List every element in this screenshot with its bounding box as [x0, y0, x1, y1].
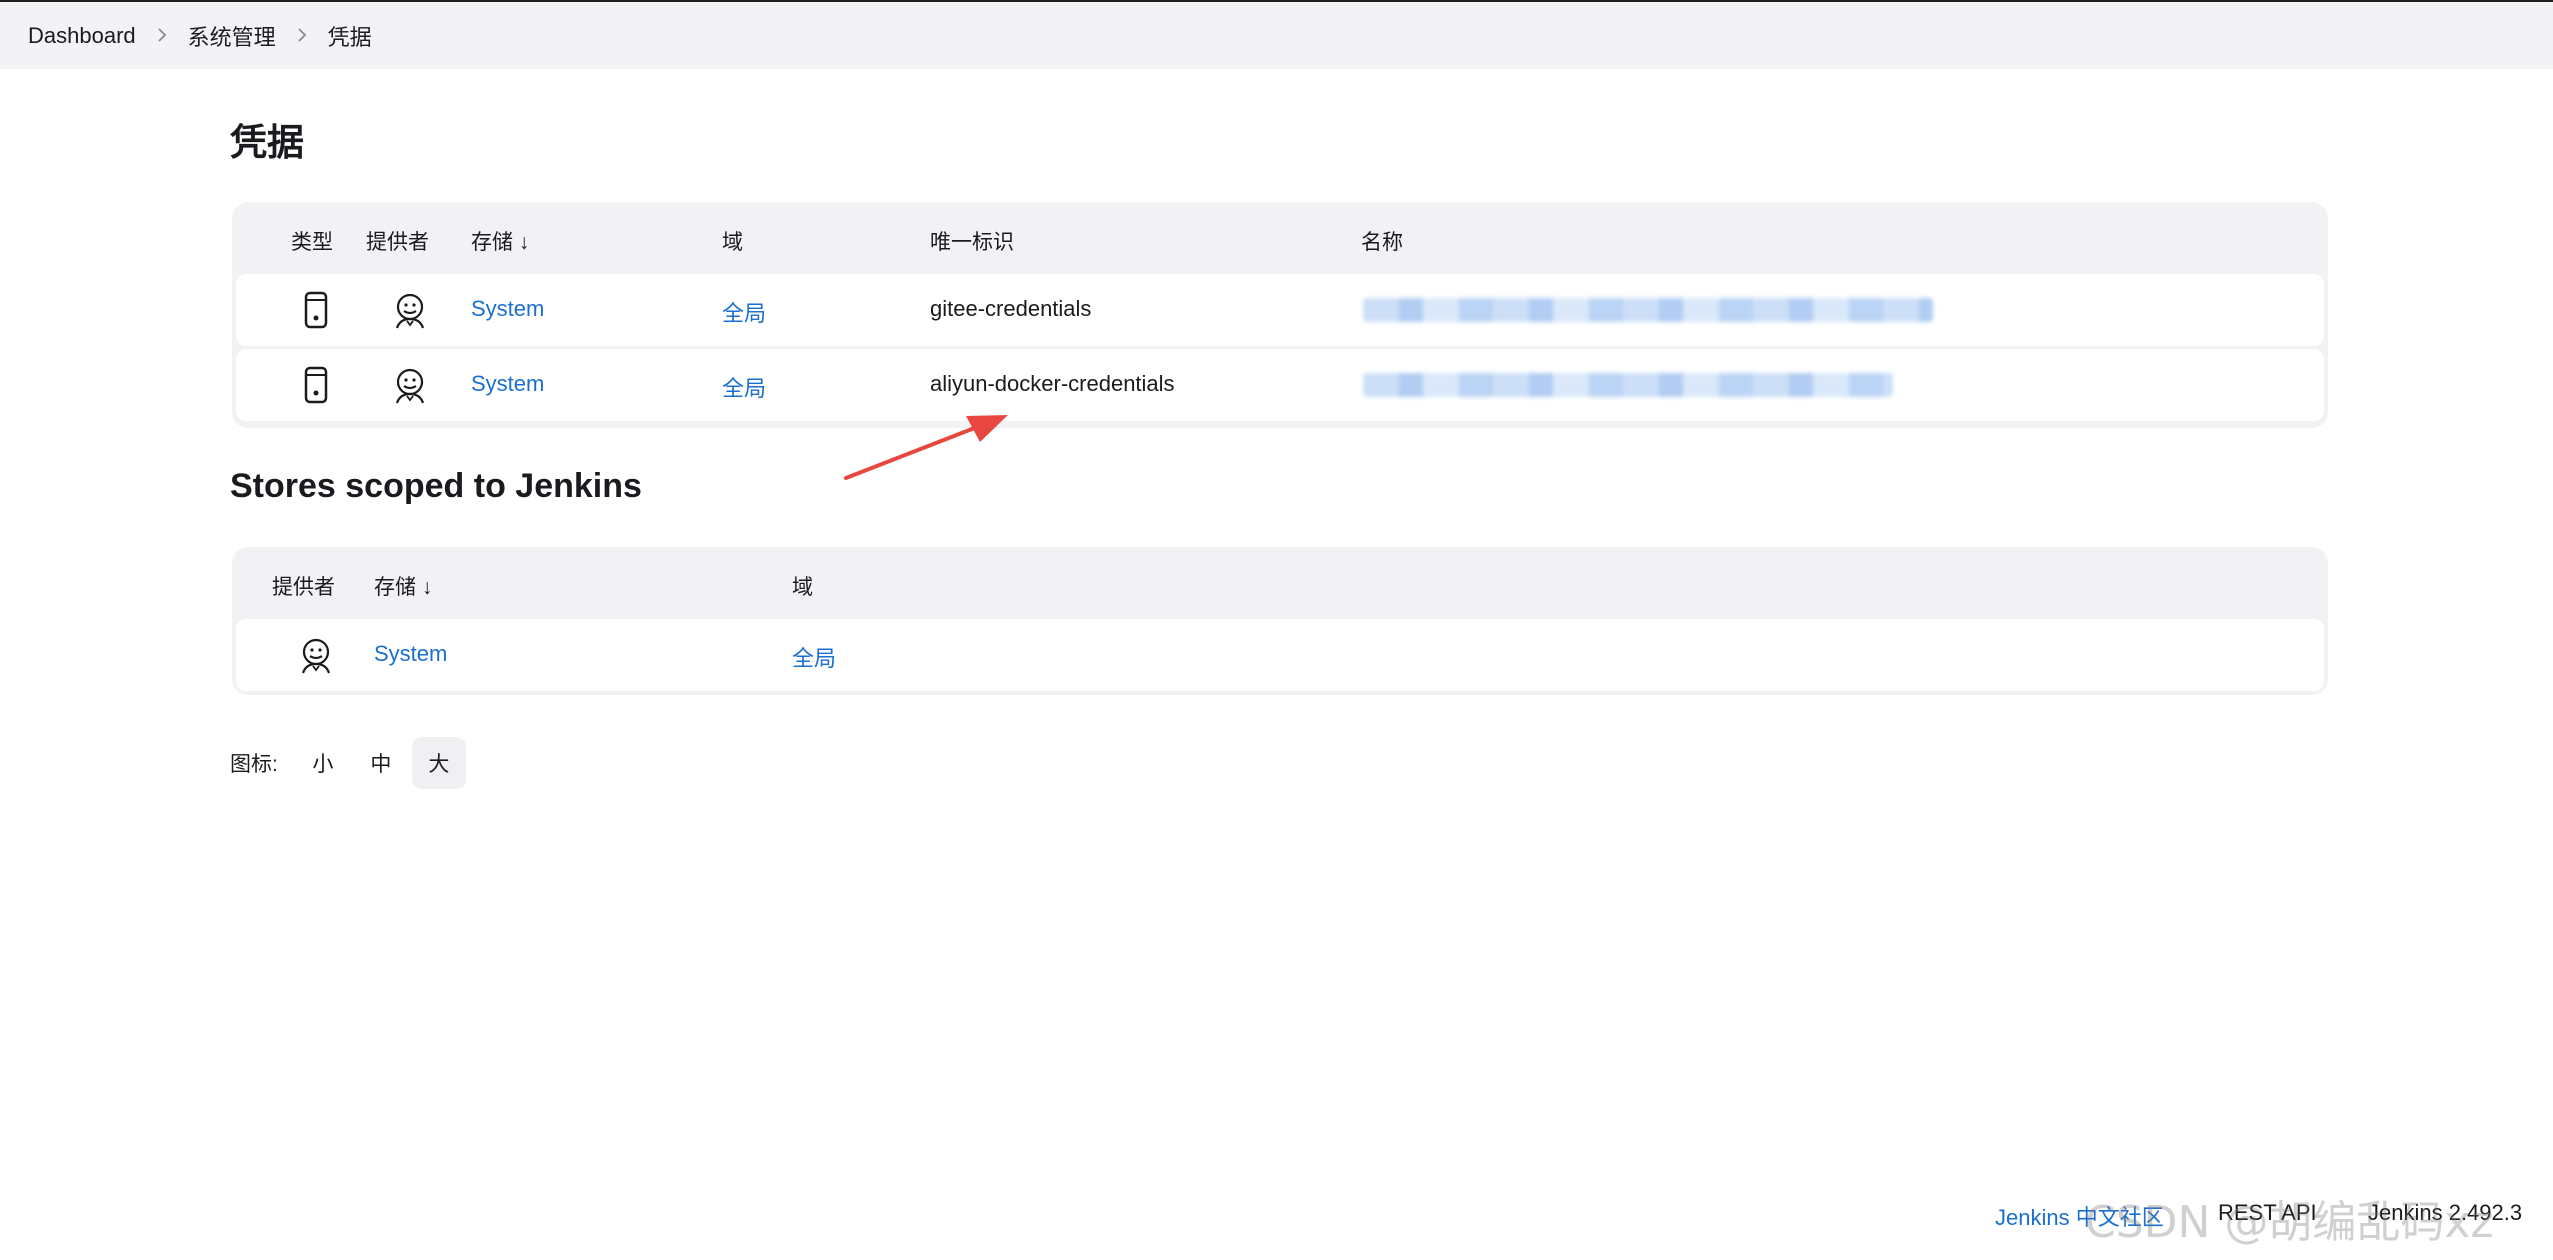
- table-row: System 全局 aliyun-docker-credentials: [236, 349, 2324, 421]
- icon-size-small[interactable]: 小: [296, 737, 350, 789]
- header-domain[interactable]: 域: [792, 571, 813, 601]
- icon-size-selector: 图标: 小 中 大: [230, 737, 470, 789]
- footer-community-link[interactable]: Jenkins 中文社区: [1995, 1200, 2164, 1232]
- stores-table-header: 提供者 存储 ↓ 域: [236, 547, 2324, 619]
- icon-size-medium[interactable]: 中: [354, 737, 408, 789]
- breadcrumb-separator-icon: [156, 23, 168, 49]
- header-store-sort[interactable]: 存储 ↓: [471, 226, 529, 256]
- credential-id: aliyun-docker-credentials: [930, 371, 1175, 396]
- page-title: 凭据: [230, 122, 304, 163]
- table-row: System 全局 gitee-credentials: [236, 274, 2324, 346]
- domain-global-link[interactable]: 全局: [722, 296, 766, 328]
- header-provider[interactable]: 提供者: [272, 571, 335, 601]
- icon-size-large[interactable]: 大: [411, 737, 466, 789]
- breadcrumb-dashboard[interactable]: Dashboard: [28, 23, 136, 49]
- header-provider[interactable]: 提供者: [366, 226, 429, 256]
- header-id[interactable]: 唯一标识: [930, 226, 1014, 256]
- redacted-credential-name: [1363, 373, 1893, 397]
- domain-global-link[interactable]: 全局: [792, 641, 836, 673]
- table-row: System 全局: [236, 619, 2324, 691]
- breadcrumb-separator-icon: [296, 23, 308, 49]
- mobile-device-icon: [296, 290, 336, 330]
- stores-section-title: Stores scoped to Jenkins: [230, 467, 642, 505]
- redacted-credential-name: [1363, 298, 1933, 322]
- jenkins-butler-icon: [296, 635, 336, 675]
- footer-rest-api[interactable]: REST API: [2218, 1200, 2317, 1226]
- icon-size-label: 图标:: [230, 753, 278, 776]
- header-domain[interactable]: 域: [722, 226, 743, 256]
- breadcrumb-system-management[interactable]: 系统管理: [188, 20, 276, 52]
- jenkins-butler-icon: [390, 290, 430, 330]
- store-system-link[interactable]: System: [374, 641, 447, 667]
- footer-version[interactable]: Jenkins 2.492.3: [2368, 1200, 2522, 1226]
- breadcrumb: Dashboard 系统管理 凭据: [0, 2, 2553, 69]
- credentials-table: 类型 提供者 存储 ↓ 域 唯一标识 名称 System 全局 gitee-cr…: [232, 202, 2328, 428]
- breadcrumb-credentials[interactable]: 凭据: [328, 20, 372, 52]
- header-store-sort[interactable]: 存储 ↓: [374, 571, 432, 601]
- credential-id: gitee-credentials: [930, 296, 1092, 321]
- header-name[interactable]: 名称: [1361, 226, 1403, 256]
- credentials-table-header: 类型 提供者 存储 ↓ 域 唯一标识 名称: [236, 202, 2324, 274]
- mobile-device-icon: [296, 365, 336, 405]
- annotation-arrow-icon: [844, 415, 1008, 480]
- store-system-link[interactable]: System: [471, 371, 544, 397]
- header-type[interactable]: 类型: [291, 226, 333, 256]
- stores-table: 提供者 存储 ↓ 域 System 全局: [232, 547, 2328, 695]
- store-system-link[interactable]: System: [471, 296, 544, 322]
- jenkins-butler-icon: [390, 365, 430, 405]
- domain-global-link[interactable]: 全局: [722, 371, 766, 403]
